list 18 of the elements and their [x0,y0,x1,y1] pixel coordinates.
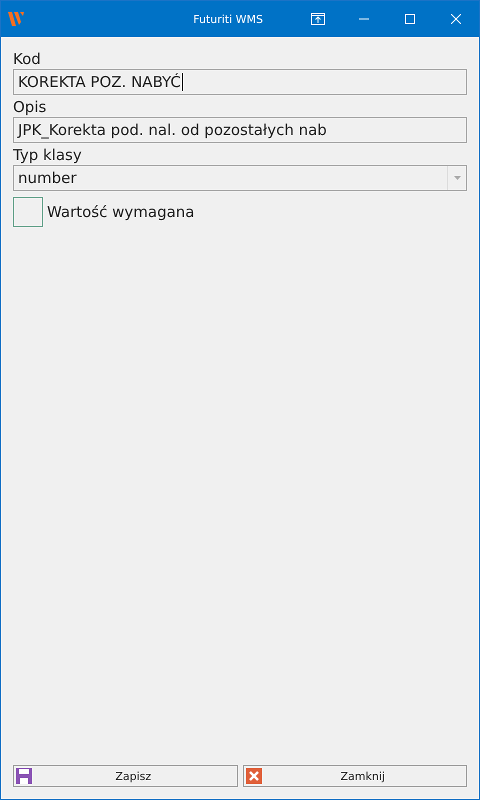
input-field[interactable]: KOREKTA POZ. NABYĆ [13,69,467,95]
close-dialog-button[interactable]: Zamknij [242,765,467,787]
field-label: Opis [13,97,46,117]
input-field[interactable]: JPK_Korekta pod. nal. od pozostałych nab [13,117,467,143]
minimize-icon [359,18,369,20]
field-label: Typ klasy [13,145,82,165]
window-title: Futuriti WMS [193,12,263,26]
dropdown-field[interactable]: number [13,165,467,191]
checkbox-label: Wartość wymagana [47,203,194,221]
save-button[interactable]: Zapisz [13,765,238,787]
close-icon [451,14,461,24]
restore-to-tray-icon [311,13,325,25]
checkbox[interactable] [13,197,43,227]
maximize-icon [405,14,415,24]
dropdown-arrow-icon [454,176,460,180]
field-label: Kod [13,49,41,69]
close-icon [246,768,262,784]
logo-icon [7,11,25,27]
